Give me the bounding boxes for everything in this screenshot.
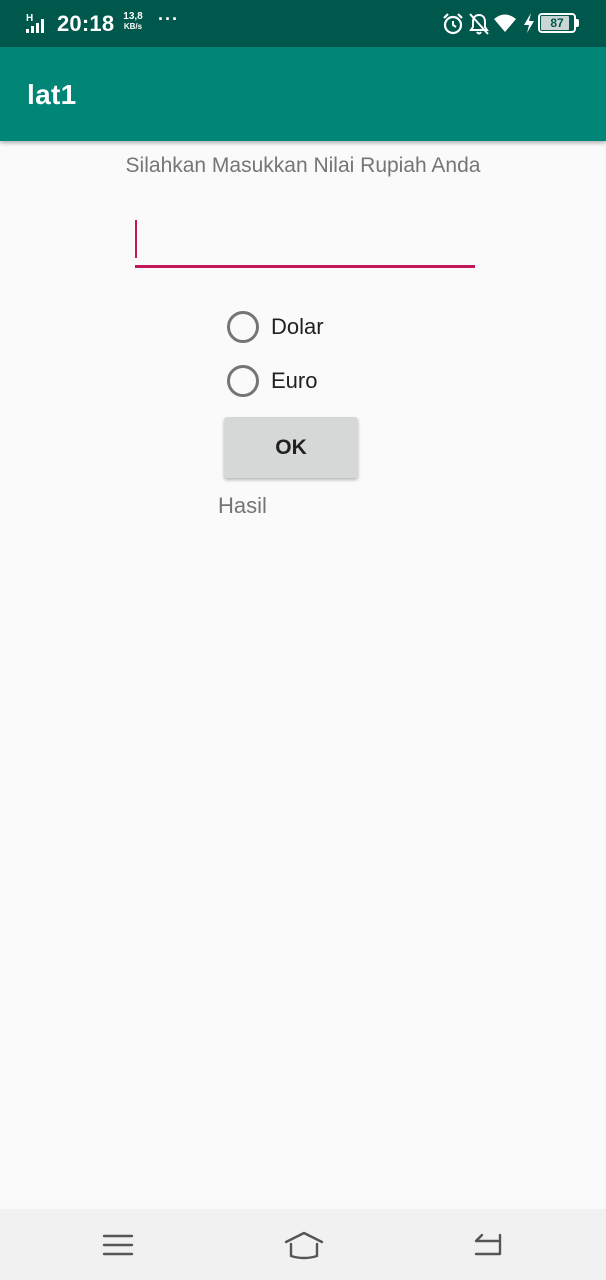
network-speed: 13,8 KB/s xyxy=(120,12,146,32)
network-speed-unit: KB/s xyxy=(123,22,143,31)
radio-dolar-label[interactable]: Dolar xyxy=(271,314,324,340)
back-icon[interactable] xyxy=(472,1232,504,1258)
navigation-bar xyxy=(0,1209,606,1280)
radio-euro[interactable]: Euro xyxy=(227,362,317,400)
text-cursor xyxy=(135,220,137,258)
radio-dolar-circle[interactable] xyxy=(227,311,259,343)
battery-level: 87 xyxy=(550,16,564,30)
radio-dolar[interactable]: Dolar xyxy=(227,308,324,346)
svg-text:H: H xyxy=(26,13,33,24)
alarm-icon xyxy=(443,13,463,35)
rupiah-input[interactable] xyxy=(135,212,475,268)
battery-tip xyxy=(576,19,579,27)
radio-euro-label[interactable]: Euro xyxy=(271,368,317,394)
home-icon[interactable] xyxy=(283,1230,325,1260)
notifications-off-icon xyxy=(469,13,489,35)
app-title: lat1 xyxy=(27,79,77,110)
prompt-label: Silahkan Masukkan Nilai Rupiah Anda xyxy=(125,154,481,177)
charging-icon xyxy=(524,13,534,33)
app-bar: lat1 xyxy=(0,47,606,141)
radio-euro-circle[interactable] xyxy=(227,365,259,397)
network-speed-value: 13,8 xyxy=(123,11,143,22)
wifi-icon xyxy=(494,14,516,32)
more-notifications-icon: ··· xyxy=(158,9,179,29)
battery-icon: 87 xyxy=(538,13,576,33)
status-time: 20:18 xyxy=(57,11,115,36)
status-bar: H 20:18 13,8 KB/s ··· 87 xyxy=(0,0,606,47)
signal-icon: H xyxy=(26,13,44,33)
result-label: Hasil xyxy=(218,493,267,518)
menu-icon[interactable] xyxy=(102,1233,134,1257)
ok-button[interactable]: OK xyxy=(224,417,358,478)
